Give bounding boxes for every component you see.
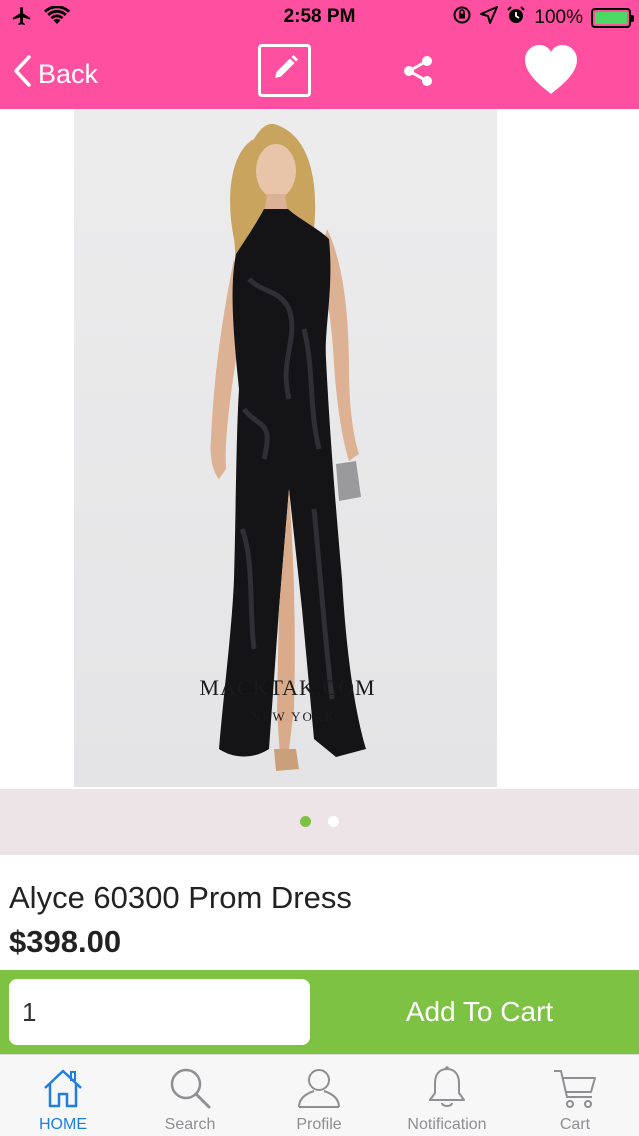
cart-icon (552, 1064, 598, 1112)
rotation-lock-icon (452, 5, 472, 30)
edit-button[interactable] (258, 44, 311, 97)
tab-home-label: HOME (39, 1116, 87, 1133)
tab-profile[interactable]: Profile (279, 1055, 359, 1136)
tab-home[interactable]: HOME (23, 1055, 103, 1136)
heart-icon (523, 45, 579, 100)
edit-icon (270, 53, 300, 88)
page-dot-2[interactable] (328, 816, 339, 827)
watermark-main: MACKTAK.COM (199, 675, 376, 700)
favorite-button[interactable] (523, 44, 579, 96)
profile-icon (296, 1064, 342, 1112)
tab-bar: HOME Search Profile Notification Cart (0, 1054, 639, 1136)
nav-bar: Back (0, 34, 639, 109)
tab-cart-label: Cart (559, 1116, 591, 1133)
alarm-icon (506, 5, 526, 30)
tab-notification[interactable]: Notification (392, 1055, 502, 1136)
tab-search[interactable]: Search (150, 1055, 230, 1136)
tab-cart[interactable]: Cart (535, 1055, 615, 1136)
search-icon (167, 1064, 213, 1112)
tab-notification-label: Notification (407, 1116, 487, 1133)
product-gallery[interactable]: MACKTAK.COM NEW YORK (0, 109, 639, 789)
share-icon (400, 56, 436, 93)
add-to-cart-button[interactable]: Add To Cart (320, 970, 639, 1054)
page-dot-1[interactable] (300, 816, 311, 827)
tab-search-label: Search (164, 1116, 216, 1133)
bell-icon (425, 1064, 469, 1112)
status-bar: 2:58 PM 100% (0, 0, 639, 34)
watermark-sub: NEW YORK (251, 709, 336, 724)
product-title: Alyce 60300 Prom Dress (9, 880, 352, 915)
tab-profile-label: Profile (296, 1116, 342, 1133)
back-button[interactable]: Back (12, 54, 98, 95)
battery-icon (591, 7, 634, 28)
battery-percent: 100% (534, 6, 583, 28)
home-icon (41, 1064, 85, 1112)
product-price: $398.00 (9, 924, 122, 959)
quantity-input[interactable] (9, 979, 310, 1045)
add-to-cart-bar: Add To Cart (0, 970, 639, 1054)
product-photo[interactable]: MACKTAK.COM NEW YORK (74, 109, 497, 787)
share-button[interactable] (400, 53, 436, 89)
location-icon (480, 6, 499, 29)
gallery-pager (0, 789, 639, 855)
back-label: Back (38, 59, 99, 89)
status-right-icons: 100% (452, 5, 634, 30)
chevron-left-icon (12, 54, 32, 95)
